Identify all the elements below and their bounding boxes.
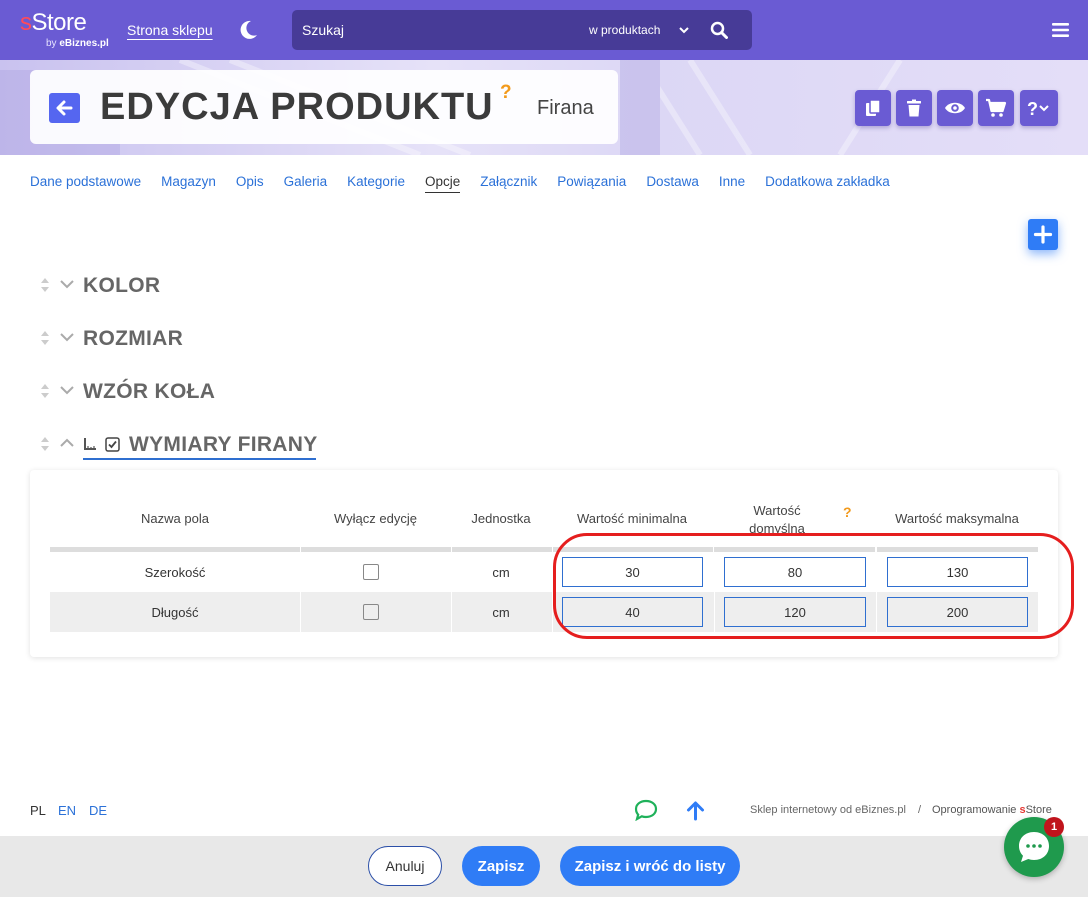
- save-button[interactable]: Zapisz: [462, 846, 540, 886]
- language-pl[interactable]: PL: [30, 803, 46, 818]
- cancel-button[interactable]: Anuluj: [368, 846, 442, 886]
- unit: cm: [492, 605, 510, 620]
- chevron-down-icon[interactable]: [60, 279, 74, 289]
- chat-icon[interactable]: [634, 799, 658, 821]
- chevron-up-icon[interactable]: [60, 438, 74, 448]
- cart-icon: [986, 98, 1007, 117]
- search-scope-select[interactable]: w produktach: [589, 23, 660, 37]
- copy-button[interactable]: [855, 90, 891, 126]
- help-dropdown-icon: ?: [1027, 99, 1049, 118]
- drag-handle-icon[interactable]: [40, 383, 50, 399]
- column-divider: [300, 592, 301, 632]
- tab-delivery[interactable]: Dostawa: [646, 174, 699, 192]
- logo-brand: eBiznes.pl: [59, 38, 109, 49]
- tab-relations[interactable]: Powiązania: [557, 174, 626, 192]
- header-max-value: Wartość maksymalna: [895, 511, 1019, 526]
- logo-text: Store: [31, 9, 87, 36]
- option-group-title: WYMIARY FIRANY: [129, 433, 318, 456]
- tab-description[interactable]: Opis: [236, 174, 264, 192]
- search-bar: w produktach: [292, 10, 752, 50]
- delete-button[interactable]: [896, 90, 932, 126]
- drag-handle-icon[interactable]: [40, 277, 50, 293]
- header-default-line1: Wartość: [753, 503, 801, 518]
- tab-attachment[interactable]: Załącznik: [480, 174, 537, 192]
- store-logo[interactable]: sStore by eBiznes.pl: [20, 9, 109, 50]
- logo-s: s: [20, 9, 32, 36]
- copy-icon: [866, 99, 881, 116]
- moon-icon[interactable]: [237, 19, 259, 41]
- header-min-value: Wartość minimalna: [576, 511, 688, 526]
- chevron-down-icon[interactable]: [60, 385, 74, 395]
- arrow-left-icon: [56, 100, 73, 116]
- field-name: Długość: [151, 605, 199, 620]
- cart-button[interactable]: [978, 90, 1014, 126]
- help-dropdown-button[interactable]: ?: [1020, 90, 1058, 126]
- default-value-help-icon[interactable]: ?: [843, 504, 852, 520]
- disable-edit-checkbox[interactable]: [363, 564, 379, 580]
- disable-edit-checkbox[interactable]: [363, 604, 379, 620]
- checkbox-checked-icon: [105, 437, 120, 452]
- ruler-icon: [84, 438, 96, 450]
- unit: cm: [492, 565, 510, 580]
- search-icon[interactable]: [710, 21, 728, 39]
- option-group-title: ROZMIAR: [83, 327, 184, 350]
- chat-notification-badge: 1: [1044, 817, 1064, 837]
- footer-credit-prefix: Oprogramowanie: [932, 804, 1020, 816]
- field-name: Szerokość: [144, 565, 206, 580]
- tab-warehouse[interactable]: Magazyn: [161, 174, 216, 192]
- bottom-action-bar: [0, 836, 1088, 897]
- top-navigation-bar: sStore by eBiznes.pl Strona sklepu w pro…: [0, 0, 1088, 60]
- tab-other[interactable]: Inne: [719, 174, 745, 192]
- tab-basic-data[interactable]: Dane podstawowe: [30, 174, 141, 192]
- drag-handle-icon[interactable]: [40, 436, 50, 452]
- shop-link[interactable]: Strona sklepu: [127, 22, 213, 38]
- page-title: EDYCJA PRODUKTU: [100, 86, 494, 128]
- header-field-name: Nazwa pola: [141, 511, 209, 526]
- logo-by: by: [46, 38, 57, 49]
- back-button[interactable]: [49, 93, 80, 123]
- footer-separator: /: [918, 804, 922, 816]
- header-unit: Jednostka: [471, 511, 531, 526]
- footer-credit-right[interactable]: Oprogramowanie sStore: [932, 804, 1052, 816]
- product-tabs: Dane podstawowe Magazyn Opis Galeria Kategor…: [30, 173, 910, 197]
- svg-text:?: ?: [1027, 99, 1038, 118]
- eye-icon: [945, 102, 965, 114]
- preview-button[interactable]: [937, 90, 973, 126]
- chevron-down-icon[interactable]: [60, 332, 74, 342]
- add-option-button[interactable]: [1028, 219, 1058, 250]
- language-de[interactable]: DE: [89, 803, 107, 818]
- product-name: Firana: [537, 97, 594, 119]
- arrow-up-icon[interactable]: [685, 800, 706, 821]
- tab-gallery[interactable]: Galeria: [284, 174, 328, 192]
- option-group-title: WZÓR KOŁA: [83, 380, 216, 403]
- header-disable-edit: Wyłącz edycję: [334, 511, 417, 526]
- language-en[interactable]: EN: [58, 803, 76, 818]
- search-input[interactable]: [302, 22, 562, 38]
- tab-options[interactable]: Opcje: [424, 174, 461, 193]
- chevron-down-icon[interactable]: [678, 24, 690, 36]
- highlight-outline: [553, 533, 1074, 639]
- title-help-icon[interactable]: ?: [500, 82, 512, 104]
- save-and-return-button[interactable]: Zapisz i wróć do listy: [560, 846, 740, 886]
- trash-icon: [907, 99, 921, 117]
- hamburger-menu-icon[interactable]: [1052, 22, 1069, 38]
- option-group-title: KOLOR: [83, 274, 161, 297]
- footer-credit-store: Store: [1025, 804, 1052, 816]
- plus-icon: [1033, 225, 1053, 244]
- drag-handle-icon[interactable]: [40, 330, 50, 346]
- tab-extra[interactable]: Dodatkowa zakładka: [765, 174, 890, 192]
- footer-credit-left[interactable]: Sklep internetowy od eBiznes.pl: [750, 804, 906, 816]
- active-group-underline: [83, 458, 316, 460]
- tab-categories[interactable]: Kategorie: [347, 174, 405, 192]
